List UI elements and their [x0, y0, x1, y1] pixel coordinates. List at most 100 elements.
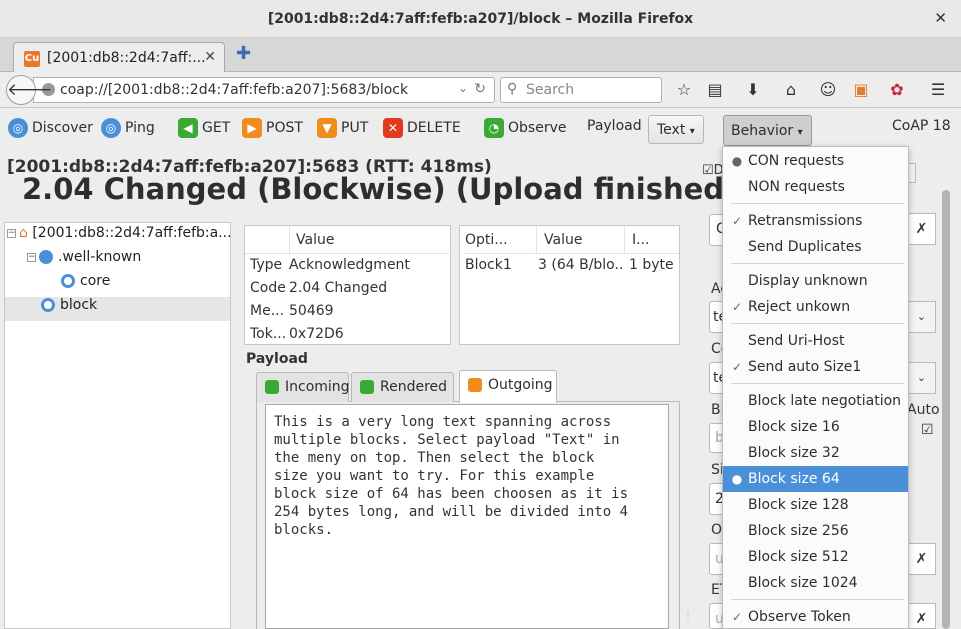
tab-incoming[interactable]: Incoming	[256, 372, 350, 402]
tree-item-root[interactable]: − ⌂ [2001:db8::2d4:7aff:fefb:a...	[7, 225, 232, 249]
pocket-icon[interactable]: ✿	[887, 80, 907, 99]
search-placeholder: Search	[526, 82, 575, 98]
header-key: Me...	[250, 303, 285, 319]
outgoing-payload-textarea[interactable]: This is a very long text spanning across…	[265, 404, 669, 629]
header-key: Type	[250, 257, 283, 273]
arrow-right-icon: ▶	[242, 118, 262, 138]
close-tab-icon[interactable]: ✕	[204, 49, 216, 65]
payload-heading: Payload	[246, 351, 308, 367]
options-col-option: Opti...	[465, 226, 535, 254]
behavior-menu-button[interactable]: Behavior ▾	[723, 115, 812, 146]
chat-icon[interactable]: ☺	[818, 80, 838, 99]
menu-item-display-unknown[interactable]: Display unknown	[723, 268, 908, 294]
menu-item-retransmissions[interactable]: ✓ Retransmissions	[723, 208, 908, 234]
menu-separator	[731, 599, 904, 600]
menu-item-block-size-16[interactable]: Block size 16	[723, 414, 908, 440]
menu-item-block-size-512[interactable]: Block size 512	[723, 544, 908, 570]
menu-item-block-size-128[interactable]: Block size 128	[723, 492, 908, 518]
delete-button[interactable]: ✕ DELETE	[383, 118, 461, 140]
tab-outgoing[interactable]: Outgoing	[459, 370, 557, 403]
search-icon: ⚲	[507, 81, 518, 97]
menu-separator	[731, 263, 904, 264]
outgoing-icon	[468, 378, 482, 392]
resource-tree[interactable]: − ⌂ [2001:db8::2d4:7aff:fefb:a... − .well-…	[4, 222, 232, 629]
chevron-down-icon[interactable]: ⌄	[908, 301, 936, 333]
checkbox-fragment[interactable]: ☑D	[702, 163, 724, 178]
rendered-icon	[360, 380, 374, 394]
menu-item-block-size-1024[interactable]: Block size 1024	[723, 570, 908, 596]
download-icon[interactable]: ⬇	[743, 80, 763, 99]
menu-item-block-size-64[interactable]: ● Block size 64	[723, 466, 908, 492]
chevron-down-icon: ▾	[797, 127, 803, 138]
resource-icon	[61, 274, 75, 288]
close-window-icon[interactable]: ✕	[934, 9, 947, 27]
options-table: Opti... Value I... Block1 3 (64 B/blo...…	[459, 225, 680, 345]
options-col-info: I...	[624, 226, 679, 254]
tree-item-well-known[interactable]: − .well-known	[27, 249, 252, 273]
menu-item-send-duplicates[interactable]: Send Duplicates	[723, 234, 908, 260]
header-table: Value Type Acknowledgment Code 2.04 Chan…	[244, 225, 451, 345]
scrollbar[interactable]	[942, 190, 950, 629]
menu-separator	[731, 383, 904, 384]
header-col-key	[245, 226, 289, 254]
menu-item-observe-token[interactable]: ✓ Observe Token	[723, 604, 908, 629]
tab-label: [2001:db8::2d4:7aff:...	[47, 50, 206, 66]
resource-icon	[41, 298, 55, 312]
url-text: coap://[2001:db8::2d4:7aff:fefb:a207]:56…	[60, 82, 409, 98]
chevron-down-icon[interactable]: ⌄	[908, 362, 936, 394]
menu-item-send-uri-host[interactable]: Send Uri-Host	[723, 328, 908, 354]
globe-icon	[39, 250, 53, 264]
discover-icon: ◎	[8, 118, 28, 138]
copper-toolbar-icon[interactable]: ▣	[851, 80, 871, 99]
chevron-down-icon[interactable]: ⌄	[458, 81, 468, 95]
auto-label: Auto	[907, 402, 940, 418]
clear-icon[interactable]: ✗	[908, 603, 936, 629]
search-input[interactable]: ⚲ Search	[500, 77, 662, 103]
collapse-icon[interactable]: −	[27, 252, 36, 262]
payload-format-select[interactable]: Text ▾	[648, 115, 704, 144]
get-button[interactable]: ◀ GET	[178, 118, 230, 140]
auto-checkbox[interactable]: ☑	[921, 422, 934, 438]
behavior-label: Behavior	[731, 123, 794, 139]
tab-strip: Cu [2001:db8::2d4:7aff:... ✕	[0, 38, 961, 73]
menu-item-block-size-256[interactable]: Block size 256	[723, 518, 908, 544]
observe-button[interactable]: ◔ Observe	[484, 118, 566, 140]
tree-item-block[interactable]: block	[5, 297, 230, 321]
new-tab-icon[interactable]: ✚	[236, 43, 251, 64]
discover-button[interactable]: ◎ Discover	[8, 118, 93, 140]
menu-icon[interactable]: ☰	[928, 80, 948, 99]
tab-rendered[interactable]: Rendered	[351, 372, 454, 402]
header-key: Tok...	[250, 326, 287, 342]
menu-item-block-size-32[interactable]: Block size 32	[723, 440, 908, 466]
option-info: 1 byte	[629, 257, 674, 273]
menu-item-send-auto-size1[interactable]: ✓ Send auto Size1	[723, 354, 908, 380]
header-value: 2.04 Changed	[289, 280, 388, 296]
browser-tab[interactable]: Cu [2001:db8::2d4:7aff:... ✕	[13, 42, 225, 73]
collapse-icon[interactable]: −	[7, 228, 16, 238]
url-bar[interactable]: coap://[2001:db8::2d4:7aff:fefb:a207]:56…	[33, 77, 495, 103]
menu-separator	[731, 323, 904, 324]
reading-list-icon[interactable]: ▤	[705, 80, 725, 99]
payload-label: Payload	[587, 118, 642, 134]
firefox-window: [2001:db8::2d4:7aff:fefb:a207]/block – M…	[0, 0, 961, 629]
menu-item-con-requests[interactable]: ● CON requests	[723, 148, 908, 174]
header-value: 0x72D6	[289, 326, 344, 342]
window-title: [2001:db8::2d4:7aff:fefb:a207]/block – M…	[267, 11, 694, 27]
put-button[interactable]: ▼ PUT	[317, 118, 368, 140]
menu-item-reject-unknown[interactable]: ✓ Reject unkown	[723, 294, 908, 320]
arrow-left-icon: ◀	[178, 118, 198, 138]
home-icon[interactable]: ⌂	[781, 80, 801, 99]
incoming-icon	[265, 380, 279, 394]
header-key: Code	[250, 280, 286, 296]
clear-icon[interactable]: ✗	[908, 213, 936, 245]
menu-item-non-requests[interactable]: NON requests	[723, 174, 908, 200]
ping-button[interactable]: ◎ Ping	[101, 118, 155, 140]
menu-item-block-late-negotiation[interactable]: Block late negotiation	[723, 388, 908, 414]
splitter-handle[interactable]: ⋮	[683, 610, 693, 621]
post-button[interactable]: ▶ POST	[242, 118, 303, 140]
back-button[interactable]: 🡐	[6, 75, 53, 105]
bookmark-star-icon[interactable]: ☆	[674, 80, 694, 99]
arrow-down-icon: ▼	[317, 118, 337, 138]
reload-icon[interactable]: ↻	[474, 81, 486, 97]
clear-icon[interactable]: ✗	[908, 543, 936, 575]
